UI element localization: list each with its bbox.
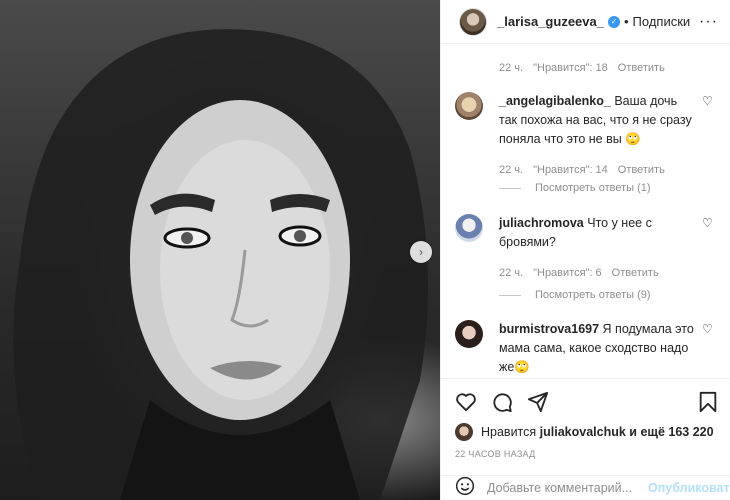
comment-input[interactable]	[487, 481, 648, 495]
post-photo[interactable]: ›	[0, 0, 440, 500]
likes-summary[interactable]: Нравится juliakovalchuk и ещё 163 220	[455, 423, 718, 441]
list-item: juliachromova Что у нее с бровями? 22 ч.…	[455, 214, 716, 283]
smiley-icon[interactable]	[455, 476, 475, 500]
liker-username[interactable]: juliakovalchuk	[540, 425, 626, 439]
view-replies-button[interactable]: Посмотреть ответы (1)	[499, 182, 651, 194]
heart-icon[interactable]	[455, 392, 477, 412]
comment-likes[interactable]: "Нравится": 18	[533, 62, 608, 74]
commenter-username[interactable]: _angelagibalenko_	[499, 94, 611, 108]
author-avatar[interactable]	[459, 7, 487, 36]
commenter-username[interactable]: burmistrova1697	[499, 322, 599, 336]
publish-button[interactable]: Опубликовать	[648, 481, 730, 495]
comment-like-heart-icon[interactable]: ♡	[702, 216, 716, 283]
comment-like-heart-icon[interactable]: ♡	[702, 94, 716, 180]
reply-button[interactable]: Ответить	[612, 264, 659, 283]
likes-prefix: Нравится	[481, 425, 537, 439]
separator-dot: •	[623, 14, 629, 29]
replies-divider	[499, 294, 521, 296]
reply-button[interactable]: Ответить	[618, 161, 665, 180]
list-item: burmistrova1697 Я подумала это мама сама…	[455, 320, 716, 374]
add-comment-bar: Опубликовать	[441, 475, 730, 500]
post-side-panel: _larisa_guzeeva_ ✓ • Подписки ··· 22 ч. …	[440, 0, 730, 500]
author-username[interactable]: _larisa_guzeeva_	[497, 14, 604, 29]
bookmark-icon[interactable]	[698, 391, 718, 413]
comment-like-heart-icon[interactable]: ♡	[702, 322, 716, 374]
comment-icon[interactable]	[491, 391, 513, 413]
more-options-icon[interactable]: ···	[699, 13, 718, 31]
comment-meta: 22 ч. "Нравится": 18 Ответить	[499, 62, 665, 74]
comment-time: 22 ч.	[499, 62, 524, 74]
comment-likes[interactable]: "Нравится": 14	[533, 161, 608, 180]
view-replies-label[interactable]: Посмотреть ответы (1)	[535, 182, 651, 194]
commenter-username[interactable]: juliachromova	[499, 216, 584, 230]
comments-list[interactable]: 22 ч. "Нравится": 18 Ответить _angelagib…	[441, 44, 730, 374]
action-icons	[455, 389, 718, 415]
view-replies-button[interactable]: Посмотреть ответы (9)	[499, 289, 651, 301]
commenter-avatar[interactable]	[455, 214, 483, 242]
liker-avatar	[455, 423, 473, 441]
commenter-avatar[interactable]	[455, 320, 483, 348]
next-photo-button[interactable]: ›	[410, 241, 432, 263]
comment-time: 22 ч.	[499, 164, 524, 176]
comment-likes[interactable]: "Нравится": 6	[533, 264, 602, 283]
likes-count[interactable]: и ещё 163 220	[629, 425, 713, 439]
post-actions: Нравится juliakovalchuk и ещё 163 220 22…	[441, 378, 730, 459]
post-header: _larisa_guzeeva_ ✓ • Подписки ···	[441, 0, 730, 44]
list-item: _angelagibalenko_ Ваша дочь так похожа н…	[455, 92, 716, 180]
comment-meta: 22 ч. "Нравится": 14 Ответить	[499, 161, 696, 180]
following-button[interactable]: Подписки	[633, 14, 691, 29]
commenter-avatar[interactable]	[455, 92, 483, 120]
comment-time: 22 ч.	[499, 267, 524, 279]
comment-meta: 22 ч. "Нравится": 6 Ответить	[499, 264, 696, 283]
verified-badge-icon: ✓	[607, 15, 620, 28]
portrait-illustration	[13, 29, 428, 500]
post-timestamp[interactable]: 22 часов назад	[455, 449, 718, 459]
replies-divider	[499, 187, 521, 189]
reply-button[interactable]: Ответить	[618, 62, 665, 74]
share-icon[interactable]	[527, 391, 549, 413]
view-replies-label[interactable]: Посмотреть ответы (9)	[535, 289, 651, 301]
